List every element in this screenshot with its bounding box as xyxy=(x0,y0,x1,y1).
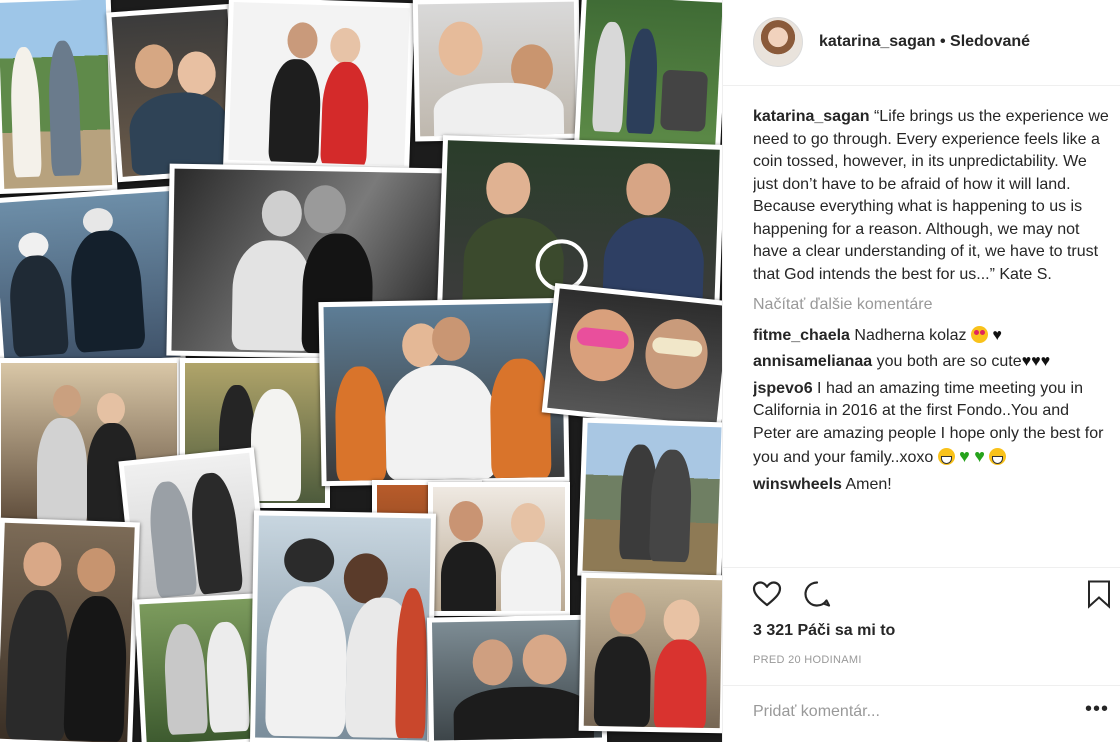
grinning-emoji-icon xyxy=(937,448,955,465)
collage-photo xyxy=(118,447,270,613)
comment-bubble-icon[interactable] xyxy=(801,578,833,610)
heart-eyes-emoji-icon xyxy=(970,325,988,343)
add-comment-input[interactable] xyxy=(753,700,1053,724)
post-image-collage[interactable] xyxy=(0,0,722,742)
caption-text: “Life brings us the experience we need t… xyxy=(753,108,1109,283)
more-options-icon[interactable]: ••• xyxy=(1085,698,1109,721)
comment-username[interactable]: winswheels xyxy=(753,476,842,493)
follow-status[interactable]: Sledované xyxy=(950,33,1030,50)
comment-text: Nadherna kolaz xyxy=(854,326,967,344)
collage-photo xyxy=(0,0,118,194)
like-heart-icon[interactable] xyxy=(751,578,783,610)
collage-photo xyxy=(223,0,415,172)
comment-username[interactable]: annisamelianaa xyxy=(753,353,872,370)
collage-photo xyxy=(428,482,570,616)
collage-photo xyxy=(249,510,437,742)
add-comment-divider xyxy=(723,685,1120,686)
header-username[interactable]: katarina_sagan xyxy=(819,33,936,50)
actions-divider xyxy=(723,567,1120,568)
comment-text: you both are so cute xyxy=(876,353,1022,370)
likes-count[interactable]: 3 321 Páči sa mi to xyxy=(753,622,895,640)
collage-photo xyxy=(0,185,186,375)
post-timestamp[interactable]: PRED 20 HODINAMI xyxy=(753,654,862,666)
collage-photo xyxy=(578,572,722,734)
header-username-line: katarina_sagan • Sledované xyxy=(819,33,1030,51)
collage-photo xyxy=(574,0,722,154)
collage-photo xyxy=(318,297,570,487)
collage-photo xyxy=(541,282,722,432)
post-details-panel: katarina_sagan • Sledované katarina_saga… xyxy=(722,0,1120,742)
comment-item: fitme_chaela Nadherna kolaz ♥ xyxy=(753,325,1109,348)
comment-username[interactable]: jspevo6 xyxy=(753,380,813,397)
avatar[interactable] xyxy=(753,17,803,67)
comment-username[interactable]: fitme_chaela xyxy=(753,327,850,344)
grinning-emoji-icon xyxy=(989,448,1007,465)
black-heart-emoji-icon: ♥♥♥ xyxy=(1021,353,1051,370)
comment-item: annisamelianaa you both are so cute♥♥♥ xyxy=(753,351,1109,374)
comment-item: winswheels Amen! xyxy=(753,474,1109,497)
post-header: katarina_sagan • Sledované xyxy=(723,0,1120,86)
green-heart-emoji-icon: ♥ xyxy=(959,446,970,466)
collage-photo xyxy=(0,517,140,742)
black-heart-emoji-icon: ♥ xyxy=(992,326,1002,344)
comment-item: jspevo6 I had an amazing time meeting yo… xyxy=(753,378,1109,470)
comment-text: Amen! xyxy=(845,475,892,493)
green-heart-emoji-icon: ♥ xyxy=(974,446,985,466)
post-caption: katarina_sagan “Life brings us the exper… xyxy=(753,106,1109,286)
header-separator: • xyxy=(939,33,951,50)
caption-username[interactable]: katarina_sagan xyxy=(753,108,870,125)
collage-photo xyxy=(412,0,582,142)
collage-photo xyxy=(577,417,722,581)
comments-list[interactable]: katarina_sagan “Life brings us the exper… xyxy=(753,106,1109,566)
load-more-comments-button[interactable]: Načítať ďalšie komentáre xyxy=(753,294,1109,317)
save-bookmark-icon[interactable] xyxy=(1083,578,1115,610)
